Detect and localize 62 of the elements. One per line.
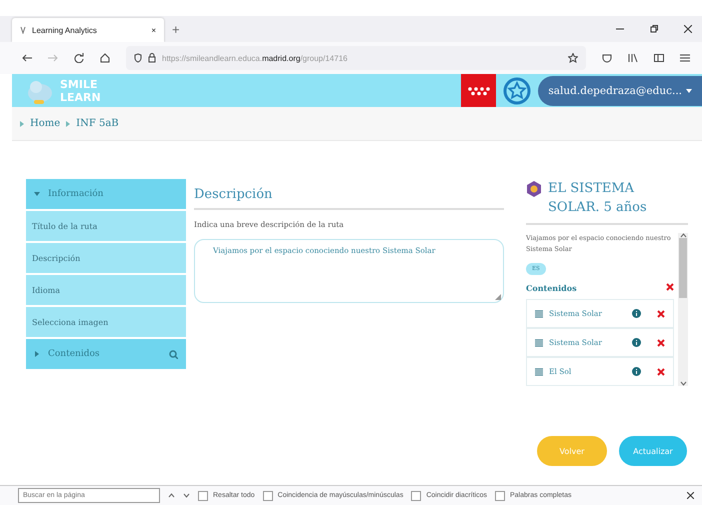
next-icon[interactable] [183, 493, 190, 498]
url-text: https://smileandlearn.educa.madrid.org/group/14716 [162, 54, 348, 62]
contents-heading: Contenidos [526, 283, 577, 293]
checkbox[interactable] [262, 490, 273, 500]
library-icon[interactable] [628, 53, 638, 63]
sidebar-item[interactable]: Descripción [26, 243, 186, 273]
sidebar-item[interactable]: Título de la ruta [26, 211, 186, 241]
logo: SMILE LEARN [12, 76, 101, 104]
new-tab-button[interactable]: + [172, 22, 180, 36]
lock-icon [148, 53, 156, 63]
caret-icon [66, 120, 70, 126]
resize-grip-icon[interactable] [495, 294, 501, 300]
caret-icon [20, 120, 24, 126]
checkbox[interactable] [411, 490, 422, 500]
remove-icon[interactable] [657, 338, 665, 346]
update-button[interactable]: Actualizar [619, 436, 687, 466]
caret-icon [34, 191, 40, 197]
close-icon[interactable] [684, 25, 692, 33]
checkbox[interactable] [495, 490, 505, 500]
scroll-up-icon[interactable] [680, 233, 686, 238]
address-field[interactable]: https://smileandlearn.educa.madrid.org/group/14716 [126, 46, 586, 70]
checkbox[interactable] [198, 490, 208, 500]
restore-icon[interactable] [650, 25, 658, 33]
planet-badge-icon [526, 181, 542, 197]
list-icon [535, 368, 543, 376]
home-icon[interactable] [100, 53, 110, 63]
info-icon[interactable] [632, 367, 641, 376]
caret-icon [686, 88, 692, 92]
sidebar-section[interactable]: Información [26, 179, 186, 209]
breadcrumb-link[interactable]: INF 5aB [76, 118, 119, 129]
sidebar-item[interactable]: Idioma [26, 275, 186, 305]
remove-all-icon[interactable] [666, 283, 674, 291]
list-icon [535, 310, 543, 318]
site-icon [20, 26, 26, 34]
pocket-icon[interactable] [602, 53, 612, 63]
sidebar-section[interactable]: Contenidos [26, 339, 186, 369]
tab-title: Learning Analytics [32, 26, 97, 34]
scrollbar[interactable] [678, 233, 688, 386]
user-menu[interactable]: salud.depedraza@educ... [538, 76, 702, 106]
route-title: EL SISTEMA SOLAR. 5 años [526, 179, 688, 225]
previous-icon[interactable] [168, 493, 175, 498]
section-title: Descripción [194, 187, 504, 210]
sidebar-item[interactable]: Selecciona imagen [26, 307, 186, 337]
shield-icon [134, 53, 142, 63]
remove-icon[interactable] [657, 310, 665, 318]
browser-tab[interactable]: Learning Analytics × [12, 18, 164, 42]
list-icon [535, 338, 543, 346]
back-icon[interactable] [22, 54, 32, 62]
info-icon[interactable] [632, 309, 641, 318]
scroll-down-icon[interactable] [680, 381, 686, 386]
caret-icon [34, 351, 40, 357]
search-icon[interactable] [169, 350, 178, 358]
star-badge-icon [502, 76, 532, 106]
breadcrumb-link[interactable]: Home [30, 118, 60, 129]
remove-icon[interactable] [657, 368, 665, 376]
menu-icon[interactable] [680, 53, 690, 63]
star-icon[interactable] [568, 53, 578, 63]
reload-icon[interactable] [74, 53, 84, 63]
sidebar-icon[interactable] [654, 53, 664, 63]
tab-close-button[interactable]: × [151, 26, 156, 34]
info-icon[interactable] [632, 338, 641, 347]
close-icon[interactable] [687, 492, 694, 499]
